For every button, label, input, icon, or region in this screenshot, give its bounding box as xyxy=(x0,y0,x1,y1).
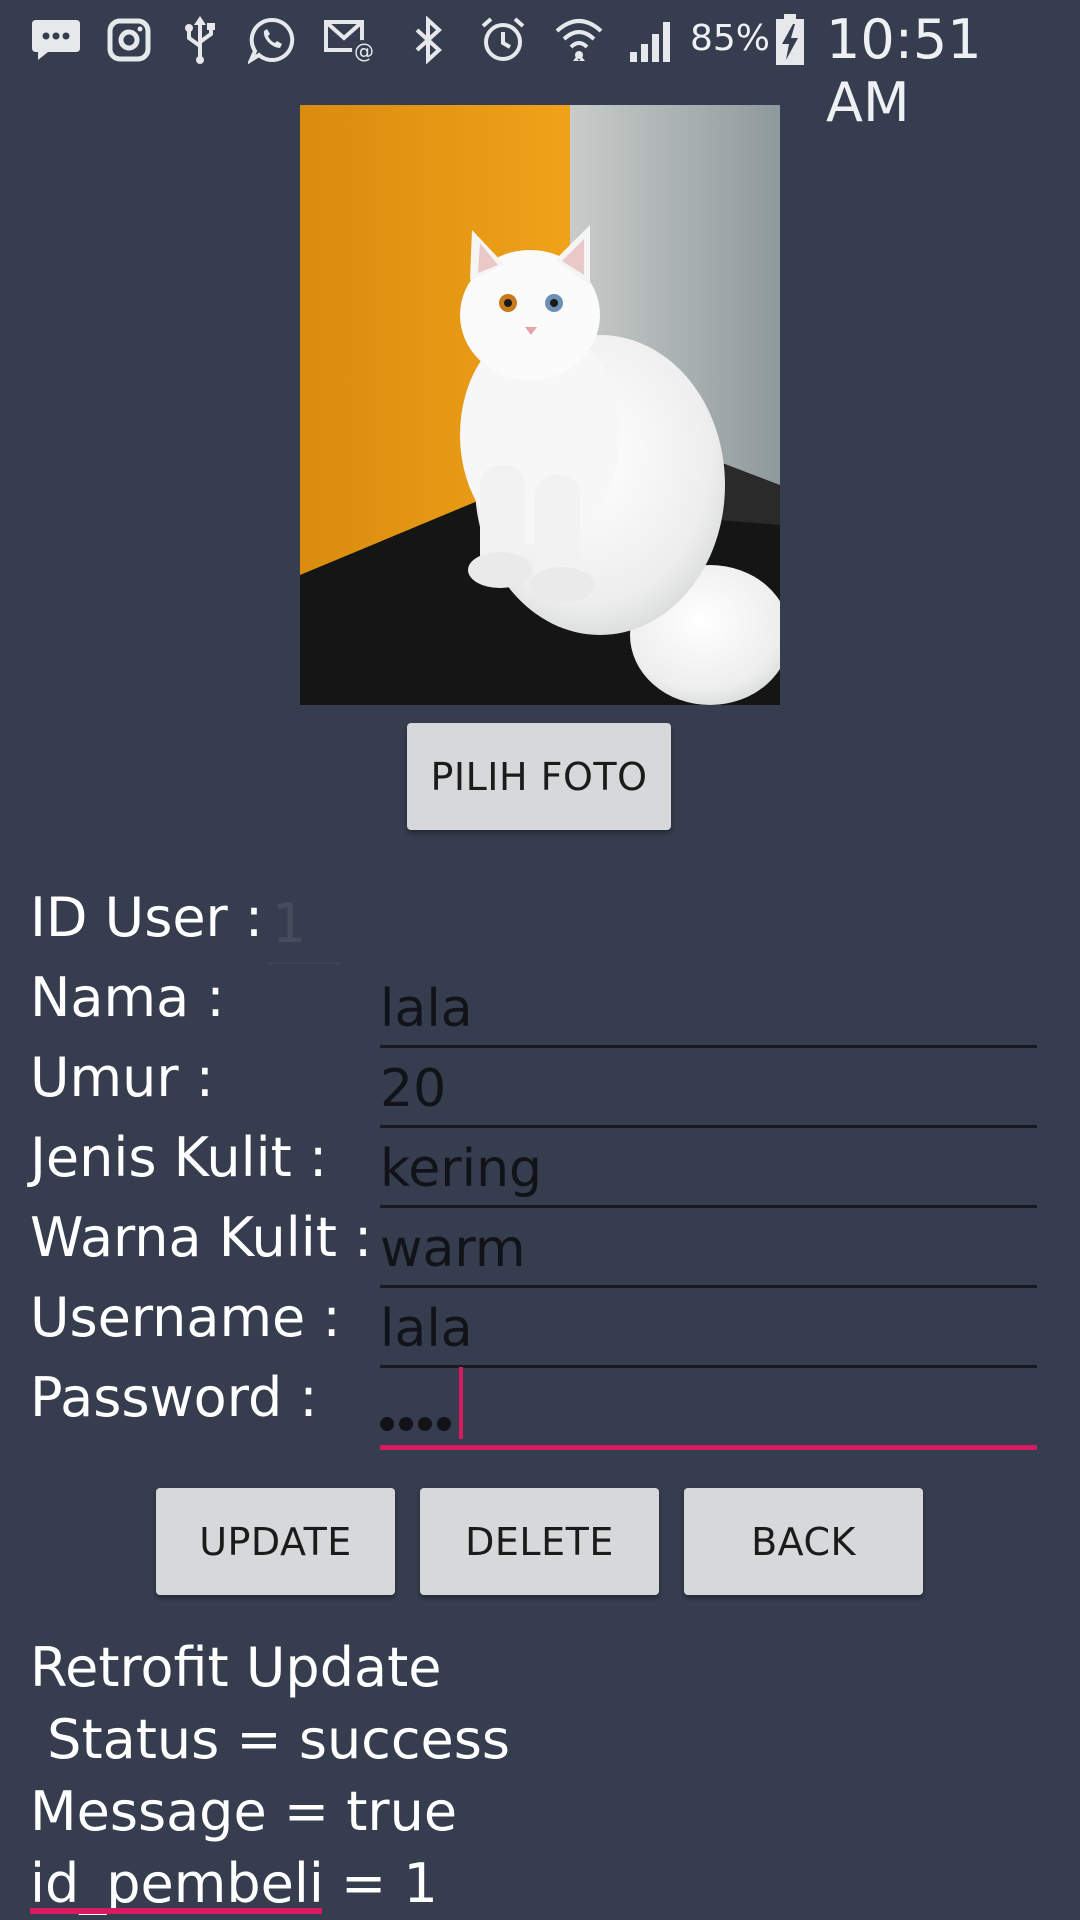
whatsapp-icon xyxy=(246,12,298,68)
instagram-icon xyxy=(104,12,154,68)
umur-field[interactable]: 20 xyxy=(380,1057,1037,1128)
umur-label: Umur : xyxy=(30,1046,214,1109)
jenis-kulit-value: kering xyxy=(380,1139,543,1199)
battery-percent: 85% xyxy=(690,18,771,59)
warna-kulit-label: Warna Kulit : xyxy=(30,1206,373,1269)
bluetooth-icon xyxy=(410,12,446,68)
cat-photo xyxy=(300,105,780,705)
umur-value: 20 xyxy=(380,1059,447,1119)
id-user-value: 1 xyxy=(272,892,307,955)
delete-button[interactable]: DELETE xyxy=(420,1488,659,1595)
messenger-icon xyxy=(28,12,84,68)
jenis-kulit-field[interactable]: kering xyxy=(380,1137,1037,1208)
battery-charging-icon xyxy=(772,12,808,68)
result-title: Retrofit Update xyxy=(30,1636,442,1699)
spellcheck-underline xyxy=(30,1908,322,1914)
alarm-icon xyxy=(478,12,528,68)
clock: 10:51 AM xyxy=(826,8,982,134)
warna-kulit-field[interactable]: warm xyxy=(380,1217,1037,1288)
username-value: lala xyxy=(380,1299,473,1359)
jenis-kulit-label: Jenis Kulit : xyxy=(30,1126,328,1189)
password-field[interactable] xyxy=(380,1367,1037,1450)
result-id-pembeli: id_pembeli = 1 xyxy=(30,1852,438,1915)
id-user-label: ID User : xyxy=(30,886,264,949)
result-message: Message = true xyxy=(30,1780,458,1843)
username-field[interactable]: lala xyxy=(380,1297,1037,1368)
id-user-underline xyxy=(268,962,340,964)
password-label: Password : xyxy=(30,1366,318,1429)
svg-text:@: @ xyxy=(354,39,374,62)
result-status: Status = success xyxy=(30,1708,511,1771)
usb-icon xyxy=(180,12,220,68)
text-cursor xyxy=(459,1367,463,1439)
nama-value: lala xyxy=(380,979,473,1039)
wifi-icon xyxy=(552,12,606,68)
email-icon: @ xyxy=(322,12,376,68)
nama-field[interactable]: lala xyxy=(380,977,1037,1048)
back-button[interactable]: BACK xyxy=(684,1488,923,1595)
username-label: Username : xyxy=(30,1286,341,1349)
signal-icon xyxy=(624,12,680,68)
warna-kulit-value: warm xyxy=(380,1219,526,1279)
pick-photo-button[interactable]: PILIH FOTO xyxy=(407,723,671,830)
status-bar: @ 85% 10:51 AM xyxy=(0,0,1080,134)
password-masked-value xyxy=(380,1417,451,1431)
nama-label: Nama : xyxy=(30,966,225,1029)
update-button[interactable]: UPDATE xyxy=(156,1488,395,1595)
